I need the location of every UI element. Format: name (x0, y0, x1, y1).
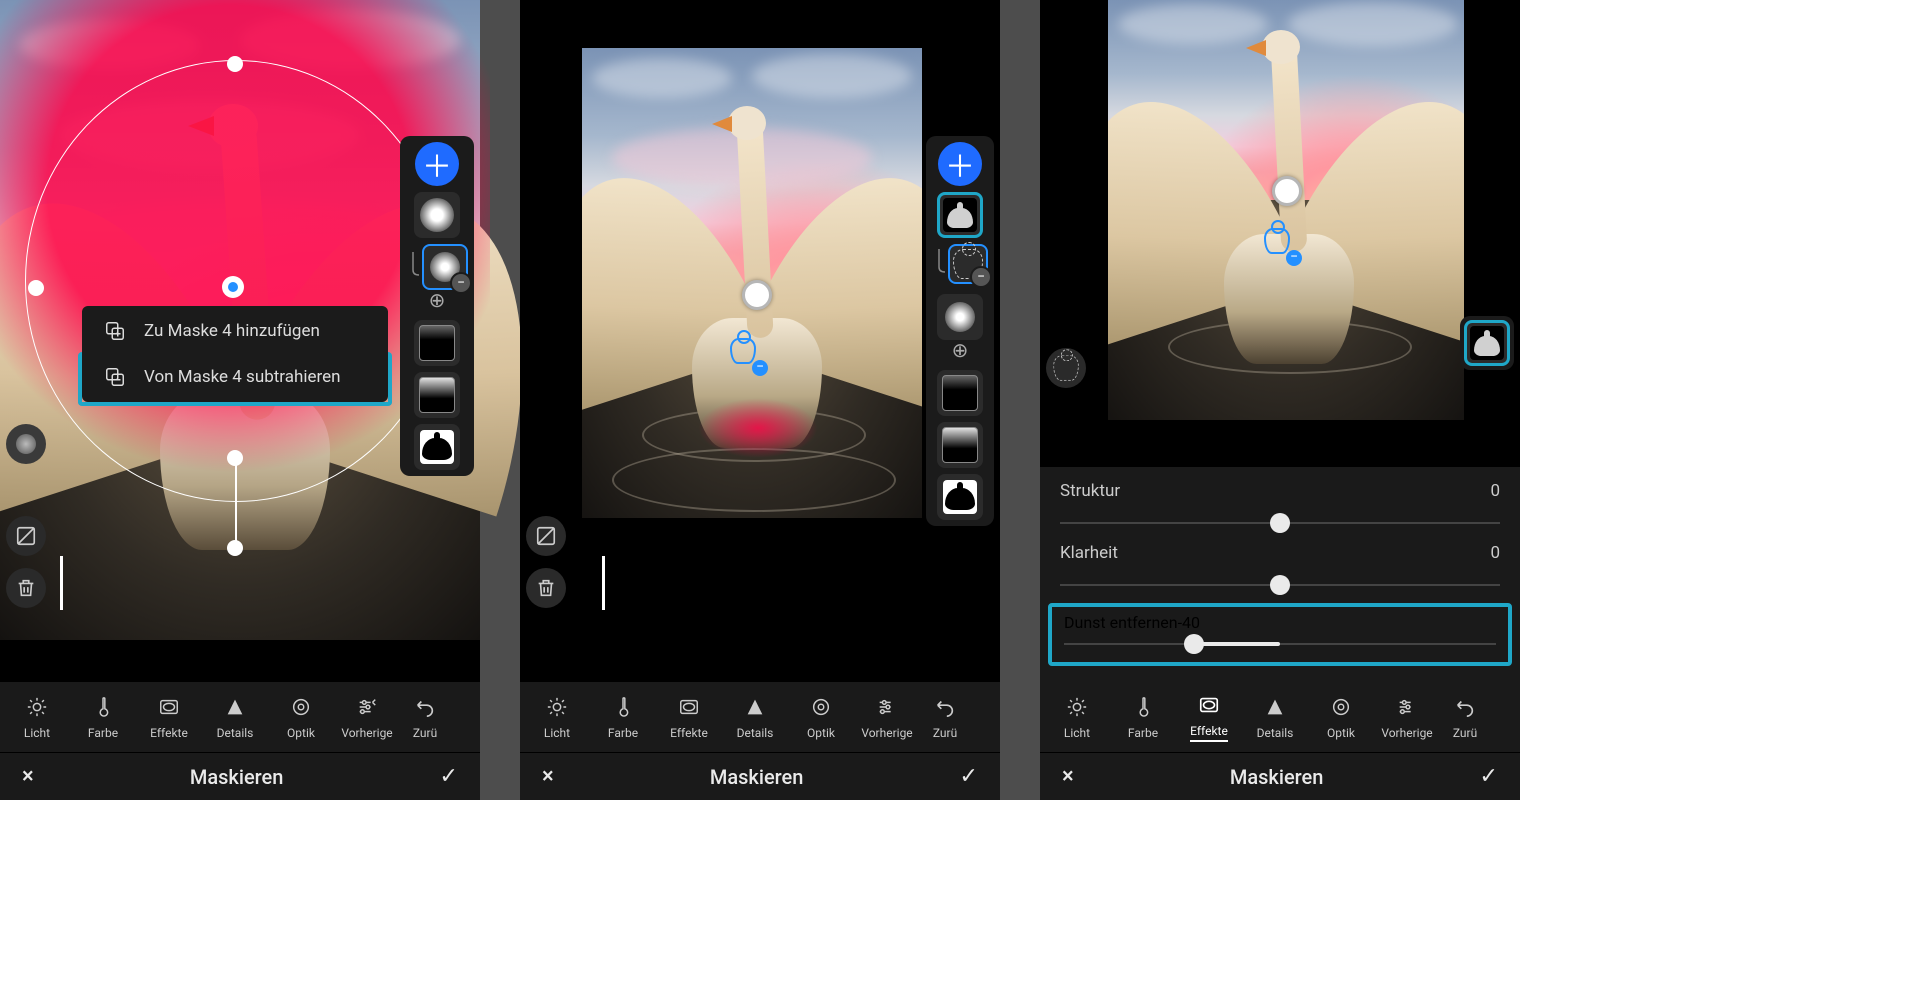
mask-thumb-radial-selected[interactable]: − (422, 244, 468, 290)
slider-klarheit[interactable]: Klarheit0 (1040, 537, 1520, 599)
tab-effekte[interactable]: Effekte (1176, 692, 1242, 742)
add-to-mask-row[interactable]: Zu Maske 4 hinzufügen (82, 306, 388, 356)
mask-thumb-linear-1[interactable] (414, 320, 460, 366)
tab-effekte[interactable]: Effekte (136, 694, 202, 740)
tab-optik[interactable]: Optik (788, 694, 854, 740)
mask-thumb-linear-2[interactable] (937, 422, 983, 468)
tab-farbe[interactable]: Farbe (70, 694, 136, 740)
tab-vorherige[interactable]: Vorherige (854, 694, 920, 740)
add-to-layer-icon (104, 320, 126, 342)
tab-farbe[interactable]: Farbe (590, 694, 656, 740)
mask-thumb-linear-1[interactable] (937, 370, 983, 416)
tab-details[interactable]: Details (1242, 694, 1308, 740)
mask-pin-subject-subtract[interactable]: − (730, 338, 764, 372)
tab-licht[interactable]: Licht (4, 694, 70, 740)
plus-icon: ＋ (945, 142, 975, 186)
triangle-icon (222, 694, 248, 720)
tab-licht[interactable]: Licht (1044, 694, 1110, 740)
tab-effekte[interactable]: Effekte (656, 694, 722, 740)
sliders-prev-icon (354, 694, 380, 720)
add-to-mask-label: Zu Maske 4 hinzufügen (144, 321, 320, 341)
mask-thumb-radial[interactable] (937, 294, 983, 340)
mask-thumb-linear-2[interactable] (414, 372, 460, 418)
tab-optik[interactable]: Optik (268, 694, 334, 740)
subject-tool-button[interactable] (1046, 348, 1086, 388)
panel-1: Zu Maske 4 hinzufügen Von Maske 4 subtra… (0, 0, 480, 800)
panel-2: − ＋ − ⊕ (520, 0, 1000, 800)
mode-title: Maskieren (710, 765, 804, 789)
mask-pin-radial[interactable] (1272, 176, 1302, 206)
photo-frame (1108, 0, 1464, 420)
subtract-from-mask-label: Von Maske 4 subtrahieren (144, 367, 341, 387)
mask-action-popup: Zu Maske 4 hinzufügen Von Maske 4 subtra… (82, 306, 388, 402)
branch-icon (932, 249, 946, 279)
effects-sliders: Struktur0 Klarheit0 Dunst entfernen-40 (1040, 467, 1520, 682)
confirm-button[interactable]: ✓ (440, 764, 458, 789)
panel-3: − Struktur0 Klarheit0 Dunst entfernen-40 (1040, 0, 1520, 800)
slider-dunst-entfernen[interactable]: Dunst entfernen-40 (1048, 603, 1512, 666)
bottom-bar: × Maskieren ✓ (0, 752, 480, 800)
bottom-bar: × Maskieren ✓ (1040, 752, 1520, 800)
sun-icon (24, 694, 50, 720)
adjust-toolbar: Licht Farbe Effekte Details Optik Vorher… (520, 682, 1000, 752)
tab-zurueck[interactable]: Zurü (920, 694, 970, 740)
left-tool-column (1046, 348, 1086, 388)
mask-thumb-swan-selected[interactable] (1464, 320, 1510, 366)
slider-struktur[interactable]: Struktur0 (1040, 475, 1520, 537)
mask-pin-radial[interactable] (742, 280, 772, 310)
zoom-badge-icon[interactable]: ⊕ (429, 296, 446, 308)
thermometer-icon (90, 694, 116, 720)
mask-pin-subject-subtract[interactable]: − (1264, 228, 1298, 262)
tab-farbe[interactable]: Farbe (1110, 694, 1176, 740)
mode-title: Maskieren (190, 765, 284, 789)
lens-icon (288, 694, 314, 720)
bottom-bar: × Maskieren ✓ (520, 752, 1000, 800)
close-button[interactable]: × (1062, 764, 1074, 789)
subtract-from-layer-icon (104, 366, 126, 388)
branch-icon (406, 252, 420, 282)
close-button[interactable]: × (542, 764, 554, 789)
invert-mask-button[interactable] (526, 516, 566, 556)
vignette-icon (156, 694, 182, 720)
overlay-toggle-button[interactable] (6, 424, 46, 464)
mask-thumb-swan-white[interactable] (937, 474, 983, 520)
tab-zurueck[interactable]: Zurü (400, 694, 450, 740)
add-mask-button[interactable]: ＋ (415, 142, 459, 186)
tab-details[interactable]: Details (722, 694, 788, 740)
mask-palette: ＋ − ⊕ (400, 136, 474, 476)
plus-icon: ＋ (422, 142, 452, 186)
mask-palette (1460, 316, 1514, 370)
confirm-button[interactable]: ✓ (960, 764, 978, 789)
tab-licht[interactable]: Licht (524, 694, 590, 740)
histogram-marker (60, 556, 63, 610)
tab-optik[interactable]: Optik (1308, 694, 1374, 740)
left-tool-column (526, 516, 566, 608)
mask-thumb-swan[interactable] (414, 424, 460, 470)
add-mask-button[interactable]: ＋ (938, 142, 982, 186)
tab-zurueck[interactable]: Zurü (1440, 694, 1490, 740)
delete-mask-button[interactable] (6, 568, 46, 608)
zoom-badge-icon[interactable]: ⊕ (952, 346, 969, 358)
tab-vorherige[interactable]: Vorherige (1374, 694, 1440, 740)
delete-mask-button[interactable] (526, 568, 566, 608)
mask-palette: ＋ − ⊕ (926, 136, 994, 526)
histogram-marker (602, 556, 605, 610)
left-tool-column (6, 424, 46, 608)
close-button[interactable]: × (22, 764, 34, 789)
adjust-toolbar: Licht Farbe Effekte Details Optik Vorher… (0, 682, 480, 752)
mask-thumb-swan-selected[interactable] (937, 192, 983, 238)
subtract-from-mask-row[interactable]: Von Maske 4 subtrahieren (78, 352, 392, 406)
mode-title: Maskieren (1230, 765, 1324, 789)
tab-vorherige[interactable]: Vorherige (334, 694, 400, 740)
undo-icon (412, 694, 438, 720)
mask-center-handle[interactable] (222, 276, 244, 298)
minus-badge-icon: − (450, 272, 472, 294)
confirm-button[interactable]: ✓ (1480, 764, 1498, 789)
tab-details[interactable]: Details (202, 694, 268, 740)
invert-mask-button[interactable] (6, 516, 46, 556)
adjust-toolbar: Licht Farbe Effekte Details Optik Vorher… (1040, 682, 1520, 752)
mask-thumb-subject-sub[interactable]: − (948, 244, 988, 284)
mask-thumb-radial-soft[interactable] (414, 192, 460, 238)
